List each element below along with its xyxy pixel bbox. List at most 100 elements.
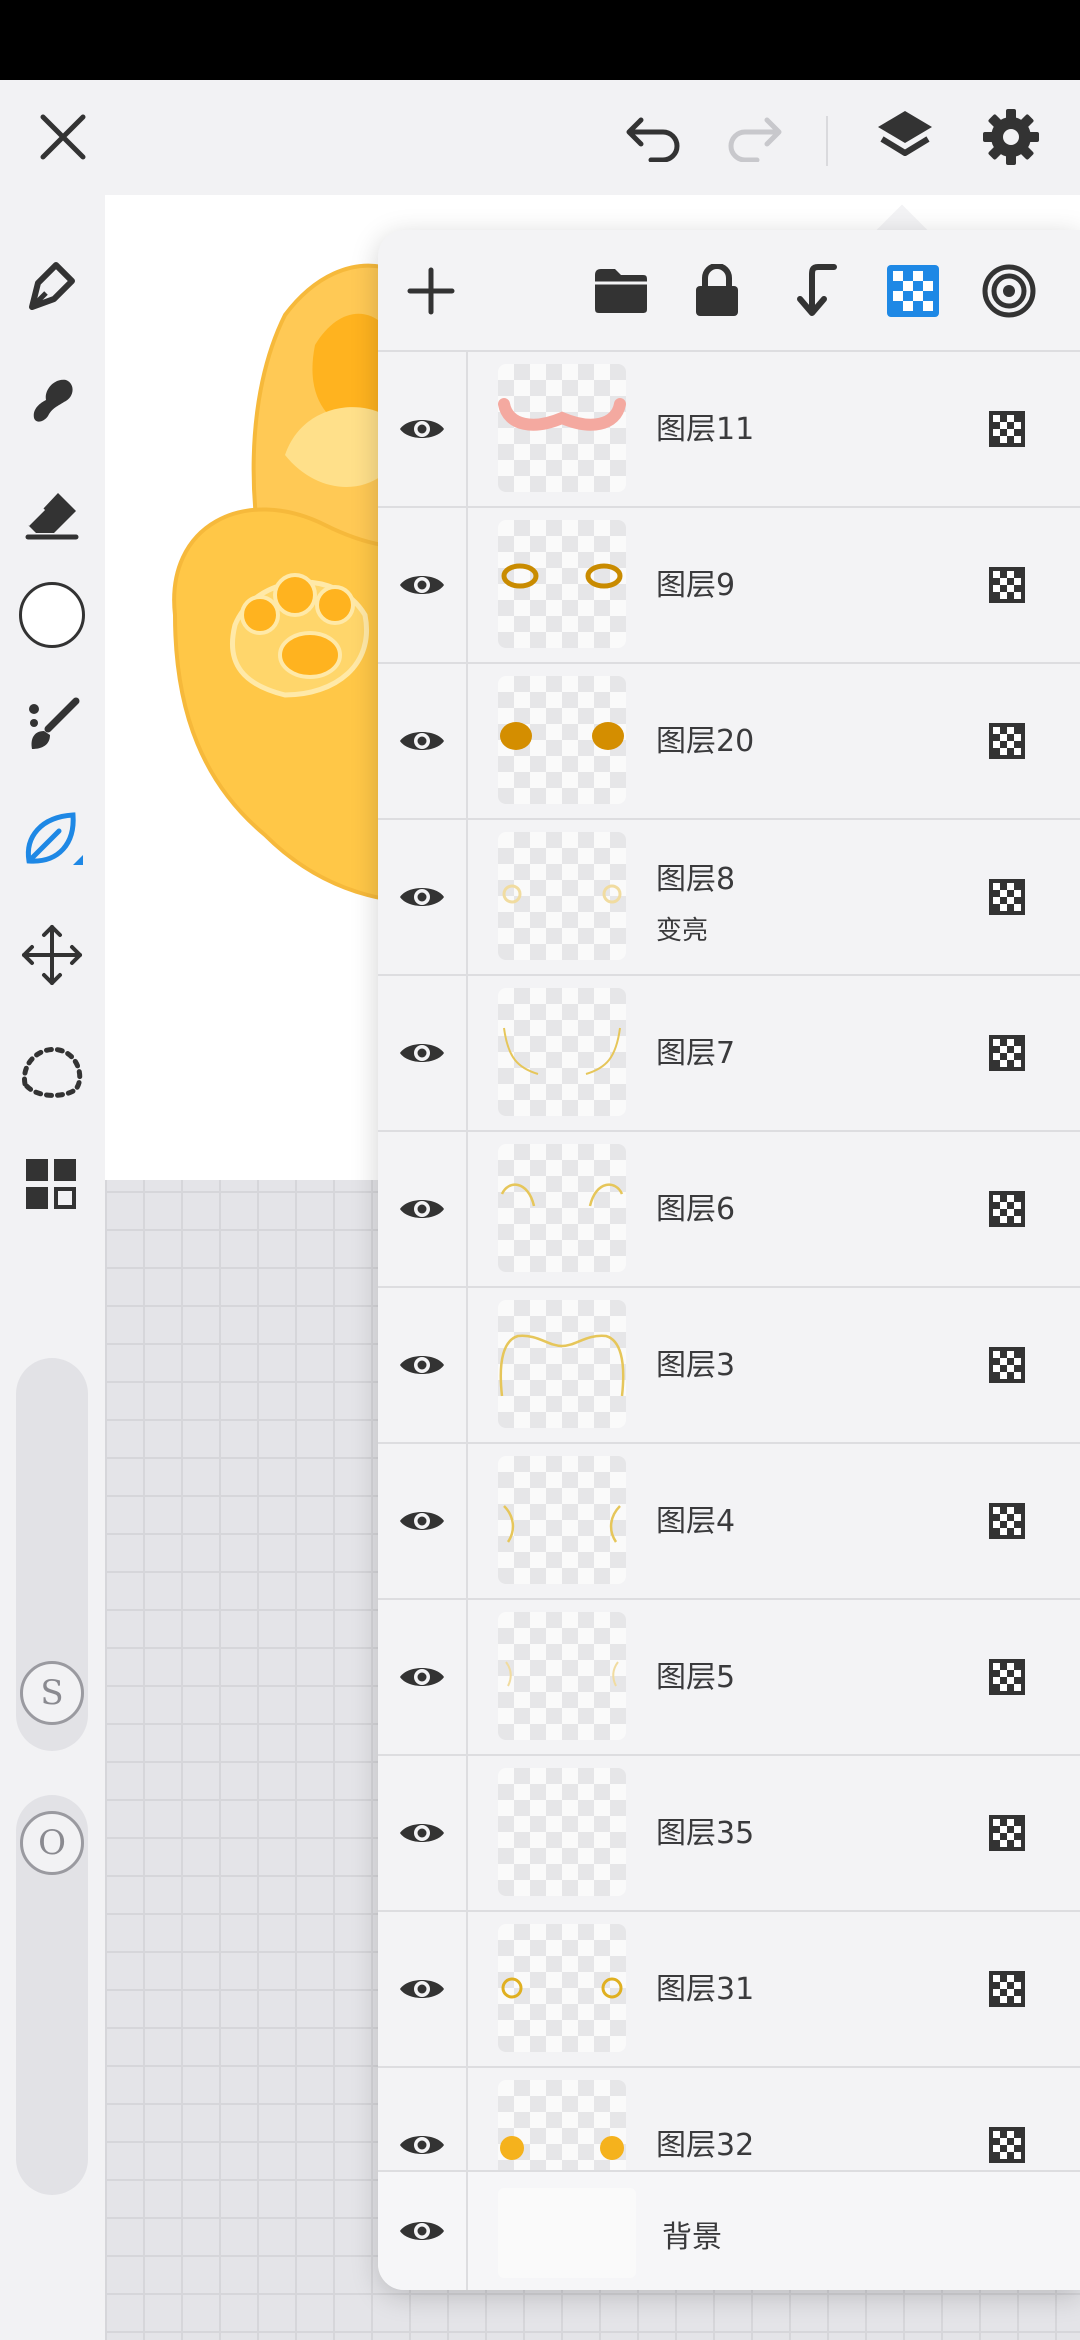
layer-row[interactable]: 图层6 xyxy=(378,1132,1080,1288)
eye-icon xyxy=(400,732,444,750)
eye-icon xyxy=(400,1668,444,1686)
alpha-lock-icon[interactable] xyxy=(988,1970,1026,2008)
alpha-lock-icon[interactable] xyxy=(988,1034,1026,1072)
layer-list: 图层11 图层9 图层20 图层8 变亮图层7 图层6 图层3 图层4 图层5 图层35 图层31 图… xyxy=(378,352,1080,2224)
layer-thumbnail xyxy=(498,988,626,1116)
layer-name: 图层9 xyxy=(656,568,736,603)
layer-thumbnail xyxy=(498,1456,626,1584)
layer-row[interactable]: 图层5 xyxy=(378,1600,1080,1756)
move-icon[interactable] xyxy=(12,915,92,995)
eraser-icon[interactable] xyxy=(12,475,92,555)
eye-icon xyxy=(400,2222,444,2240)
visibility-toggle[interactable] xyxy=(378,2172,468,2290)
layer-thumbnail xyxy=(498,1144,626,1272)
lasso-icon[interactable] xyxy=(12,1030,92,1110)
visibility-toggle[interactable] xyxy=(378,1756,468,1910)
alpha-lock-icon[interactable] xyxy=(988,1346,1026,1384)
eye-icon xyxy=(400,576,444,594)
layer-name: 图层32 xyxy=(656,2128,755,2163)
alpha-lock-icon[interactable] xyxy=(988,1814,1026,1852)
eye-icon xyxy=(400,1356,444,1374)
layer-thumbnail xyxy=(498,1768,626,1896)
redo-icon[interactable] xyxy=(718,102,788,172)
layer-row[interactable]: 图层4 xyxy=(378,1444,1080,1600)
layer-name: 图层11 xyxy=(656,412,755,447)
layer-name: 图层20 xyxy=(656,724,755,759)
gear-icon[interactable] xyxy=(974,100,1048,174)
layer-thumbnail xyxy=(498,1612,626,1740)
layer-thumbnail xyxy=(498,1300,626,1428)
layer-row[interactable]: 图层7 xyxy=(378,976,1080,1132)
alpha-lock-icon[interactable] xyxy=(988,410,1026,448)
layer-row[interactable]: 图层8 变亮 xyxy=(378,820,1080,976)
eye-icon xyxy=(400,1200,444,1218)
layer-row[interactable]: 图层35 xyxy=(378,1756,1080,1912)
add-layer-icon[interactable] xyxy=(398,258,464,324)
visibility-toggle[interactable] xyxy=(378,1444,468,1598)
grid-icon[interactable] xyxy=(12,1145,92,1225)
layer-row-background[interactable]: 背景 xyxy=(378,2170,1080,2290)
opacity-slider-knob[interactable]: O xyxy=(20,1811,84,1875)
alpha-lock-icon[interactable] xyxy=(988,2126,1026,2164)
eye-icon xyxy=(400,888,444,906)
size-slider-knob[interactable]: S xyxy=(20,1661,84,1725)
layer-name: 图层3 xyxy=(656,1348,736,1383)
pen-icon[interactable] xyxy=(12,245,92,325)
status-bar xyxy=(0,0,1080,80)
undo-icon[interactable] xyxy=(620,102,690,172)
folder-icon[interactable] xyxy=(588,258,654,324)
layer-name: 背景 xyxy=(662,2220,722,2255)
brush-icon[interactable] xyxy=(12,685,92,765)
layer-name: 图层6 xyxy=(656,1192,736,1227)
visibility-toggle[interactable] xyxy=(378,664,468,818)
eye-icon xyxy=(400,1044,444,1062)
layer-row[interactable]: 图层11 xyxy=(378,352,1080,508)
color-circle-icon[interactable] xyxy=(12,575,92,655)
leaf-icon[interactable] xyxy=(12,800,92,880)
layer-thumbnail xyxy=(498,676,626,804)
size-slider-label: S xyxy=(40,1673,64,1713)
alpha-lock-icon[interactable] xyxy=(880,258,946,324)
visibility-toggle[interactable] xyxy=(378,1132,468,1286)
alpha-lock-icon[interactable] xyxy=(988,1658,1026,1696)
visibility-toggle[interactable] xyxy=(378,820,468,974)
smudge-icon[interactable] xyxy=(12,360,92,440)
layer-name: 图层7 xyxy=(656,1036,736,1071)
layer-name: 图层8 xyxy=(656,862,736,897)
eye-icon xyxy=(400,1980,444,1998)
layer-row[interactable]: 图层3 xyxy=(378,1288,1080,1444)
blend-target-icon[interactable] xyxy=(976,258,1042,324)
layer-panel-toolbar xyxy=(378,230,1080,352)
opacity-slider-label: O xyxy=(38,1823,66,1863)
layer-thumbnail xyxy=(498,2188,636,2278)
layer-name: 图层5 xyxy=(656,1660,736,1695)
layer-name: 图层31 xyxy=(656,1972,755,2007)
alpha-lock-icon[interactable] xyxy=(988,566,1026,604)
eye-icon xyxy=(400,1824,444,1842)
visibility-toggle[interactable] xyxy=(378,1912,468,2066)
left-toolbar: S O xyxy=(0,195,105,2340)
close-icon[interactable] xyxy=(28,102,98,172)
alpha-lock-icon[interactable] xyxy=(988,1190,1026,1228)
layer-name: 图层35 xyxy=(656,1816,755,1851)
alpha-lock-icon[interactable] xyxy=(988,722,1026,760)
visibility-toggle[interactable] xyxy=(378,976,468,1130)
visibility-toggle[interactable] xyxy=(378,508,468,662)
alpha-lock-icon[interactable] xyxy=(988,878,1026,916)
layers-icon[interactable] xyxy=(868,100,942,174)
layer-row[interactable]: 图层31 xyxy=(378,1912,1080,2068)
visibility-toggle[interactable] xyxy=(378,1288,468,1442)
top-toolbar xyxy=(0,80,1080,195)
layer-row[interactable]: 图层20 xyxy=(378,664,1080,820)
layer-row[interactable]: 图层9 xyxy=(378,508,1080,664)
eye-icon xyxy=(400,420,444,438)
merge-down-icon[interactable] xyxy=(782,258,848,324)
layer-blend-mode: 变亮 xyxy=(656,916,709,946)
visibility-toggle[interactable] xyxy=(378,352,468,506)
visibility-toggle[interactable] xyxy=(378,1600,468,1754)
layer-thumbnail xyxy=(498,364,626,492)
eye-icon xyxy=(400,2136,444,2154)
alpha-lock-icon[interactable] xyxy=(988,1502,1026,1540)
layer-thumbnail xyxy=(498,832,626,960)
lock-icon[interactable] xyxy=(684,258,750,324)
